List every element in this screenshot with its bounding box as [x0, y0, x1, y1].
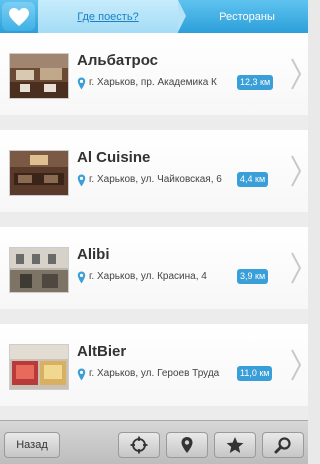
restaurant-name: Al Cuisine: [77, 149, 151, 166]
bottom-toolbar: Назад: [0, 420, 308, 464]
restaurant-row[interactable]: Al Cuisine г. Харьков, ул. Чайковская, 6…: [0, 130, 308, 212]
app-header: Где поесть? Рестораны: [0, 0, 308, 33]
restaurant-name: Alibi: [77, 246, 110, 263]
restaurant-row[interactable]: Alibi г. Харьков, ул. Красина, 4 3,9 км: [0, 227, 308, 309]
distance-badge: 4,4 км: [237, 172, 269, 187]
restaurant-row[interactable]: AltBier г. Харьков, ул. Героев Труда 11,…: [0, 324, 308, 406]
restaurant-address: г. Харьков, ул. Красина, 4: [89, 271, 207, 282]
distance-badge: 12,3 км: [237, 75, 274, 90]
back-button-label: Назад: [16, 439, 48, 451]
chevron-right-icon: [291, 155, 302, 187]
distance-badge: 11,0 км: [237, 366, 273, 381]
chevron-right-icon: [291, 252, 302, 284]
back-button[interactable]: Назад: [4, 432, 60, 458]
location-pin-icon: [77, 368, 86, 381]
restaurant-address: г. Харьков, ул. Героев Труда: [89, 368, 220, 379]
tab-separator-arrow: [178, 0, 186, 32]
row-separator: [0, 309, 308, 324]
restaurant-row[interactable]: Альбатрос г. Харьков, пр. Академика К 12…: [0, 33, 308, 115]
search-icon: [274, 437, 291, 454]
distance-badge: 3,9 км: [237, 269, 269, 284]
chevron-right-icon: [291, 58, 302, 90]
map-pin-icon: [181, 437, 193, 453]
crosshair-icon: [130, 436, 148, 454]
restaurant-photo: [9, 150, 69, 196]
star-icon: [226, 437, 244, 453]
location-pin-icon: [77, 174, 86, 187]
search-button[interactable]: [262, 432, 304, 458]
restaurant-name: Альбатрос: [77, 52, 159, 69]
row-separator: [0, 406, 308, 420]
row-separator: [0, 212, 308, 227]
locate-me-button[interactable]: [118, 432, 160, 458]
restaurant-name: AltBier: [77, 343, 127, 360]
restaurant-list: Альбатрос г. Харьков, пр. Академика К 12…: [0, 33, 308, 420]
tab-where-to-eat-label: Где поесть?: [77, 10, 139, 23]
heart-icon: [8, 7, 29, 26]
restaurant-photo: [9, 53, 69, 99]
tab-restaurants[interactable]: Рестораны: [186, 0, 308, 33]
restaurant-photo: [9, 247, 69, 293]
tab-restaurants-label: Рестораны: [219, 10, 275, 23]
location-pin-icon: [77, 77, 86, 90]
location-pin-icon: [77, 271, 86, 284]
restaurant-photo: [9, 344, 69, 390]
chevron-right-icon: [291, 349, 302, 381]
tab-where-to-eat[interactable]: Где поесть?: [38, 0, 178, 33]
restaurant-address: г. Харьков, ул. Чайковская, 6: [89, 174, 222, 185]
favorites-filter-button[interactable]: [214, 432, 256, 458]
favorites-button[interactable]: [2, 2, 35, 31]
map-button[interactable]: [166, 432, 208, 458]
row-separator: [0, 115, 308, 130]
restaurant-address: г. Харьков, пр. Академика К: [89, 77, 217, 88]
